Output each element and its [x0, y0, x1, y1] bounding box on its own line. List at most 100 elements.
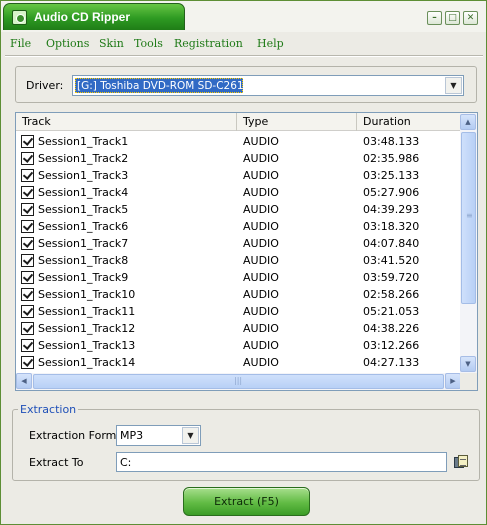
table-row[interactable]: Session1_Track8 AUDIO 03:41.520	[16, 252, 461, 269]
column-header-duration[interactable]: Duration	[357, 113, 461, 131]
track-duration: 05:27.906	[363, 186, 420, 199]
table-row[interactable]: Session1_Track5 AUDIO 04:39.293	[16, 201, 461, 218]
scroll-up-button[interactable]: ▲	[460, 114, 476, 130]
track-duration: 05:21.053	[363, 305, 420, 318]
extract-to-field[interactable]: C:	[116, 452, 447, 472]
track-checkbox[interactable]	[21, 288, 34, 301]
table-row[interactable]: Session1_Track1 AUDIO 03:48.133	[16, 133, 461, 150]
track-checkbox[interactable]	[21, 339, 34, 352]
extraction-format-select[interactable]: MP3 ▼	[116, 425, 201, 446]
track-type: AUDIO	[243, 322, 279, 335]
track-list[interactable]: Track Type Duration Session1_Track1 AUDIO…	[15, 112, 478, 391]
track-checkbox[interactable]	[21, 152, 34, 165]
track-name: Session1_Track6	[38, 220, 129, 233]
table-row[interactable]: Session1_Track14 AUDIO 04:27.133	[16, 354, 461, 371]
track-name: Session1_Track2	[38, 152, 129, 165]
chevron-down-icon[interactable]: ▼	[182, 427, 199, 444]
menu-skin[interactable]: Skin	[99, 37, 124, 50]
table-row[interactable]: Session1_Track10 AUDIO 02:58.266	[16, 286, 461, 303]
track-type: AUDIO	[243, 169, 279, 182]
scroll-down-button[interactable]: ▼	[460, 356, 476, 372]
track-checkbox[interactable]	[21, 135, 34, 148]
extraction-group-title: Extraction	[18, 403, 79, 416]
track-duration: 03:59.720	[363, 271, 420, 284]
app-icon	[12, 10, 27, 25]
browse-folder-icon[interactable]	[453, 454, 469, 470]
scroll-left-button[interactable]: ◀	[16, 373, 32, 389]
driver-selected-value: [G:] Toshiba DVD-ROM SD-C2612	[75, 78, 251, 93]
title-bar: Audio CD Ripper – □ ✕	[1, 1, 486, 32]
close-button[interactable]: ✕	[463, 11, 478, 25]
track-name: Session1_Track1	[38, 135, 129, 148]
window-title: Audio CD Ripper	[34, 10, 130, 24]
column-header-type[interactable]: Type	[237, 113, 357, 131]
title-tab: Audio CD Ripper	[3, 3, 185, 30]
track-checkbox[interactable]	[21, 305, 34, 318]
track-checkbox[interactable]	[21, 356, 34, 369]
track-type: AUDIO	[243, 254, 279, 267]
table-row[interactable]: Session1_Track13 AUDIO 03:12.266	[16, 337, 461, 354]
track-duration: 04:07.840	[363, 237, 420, 250]
track-duration: 04:39.293	[363, 203, 420, 216]
horizontal-scrollbar[interactable]: ◀ ||| ▶	[16, 373, 462, 390]
track-checkbox[interactable]	[21, 237, 34, 250]
track-name: Session1_Track9	[38, 271, 129, 284]
table-row[interactable]: Session1_Track7 AUDIO 04:07.840	[16, 235, 461, 252]
table-row[interactable]: Session1_Track11 AUDIO 05:21.053	[16, 303, 461, 320]
track-duration: 03:18.320	[363, 220, 420, 233]
track-name: Session1_Track13	[38, 339, 136, 352]
column-header-track[interactable]: Track	[16, 113, 237, 131]
extraction-format-label: Extraction Format	[29, 429, 128, 442]
grip-icon: ≡	[466, 211, 473, 220]
menu-file[interactable]: File	[10, 37, 31, 50]
driver-select[interactable]: [G:] Toshiba DVD-ROM SD-C2612 ▼	[72, 75, 464, 96]
menu-help[interactable]: Help	[257, 37, 284, 50]
track-checkbox[interactable]	[21, 254, 34, 267]
table-row[interactable]: Session1_Track9 AUDIO 03:59.720	[16, 269, 461, 286]
table-row[interactable]: Session1_Track3 AUDIO 03:25.133	[16, 167, 461, 184]
track-checkbox[interactable]	[21, 169, 34, 182]
track-name: Session1_Track7	[38, 237, 129, 250]
track-duration: 02:58.266	[363, 288, 420, 301]
table-row[interactable]: Session1_Track6 AUDIO 03:18.320	[16, 218, 461, 235]
extract-to-label: Extract To	[29, 456, 84, 469]
track-name: Session1_Track4	[38, 186, 129, 199]
vertical-scroll-thumb[interactable]: ≡	[461, 132, 476, 304]
track-name: Session1_Track14	[38, 356, 136, 369]
track-duration: 03:48.133	[363, 135, 420, 148]
track-checkbox[interactable]	[21, 186, 34, 199]
extraction-format-value: MP3	[120, 429, 144, 442]
track-checkbox[interactable]	[21, 203, 34, 216]
track-duration: 03:41.520	[363, 254, 420, 267]
track-duration: 04:27.133	[363, 356, 420, 369]
extract-button[interactable]: Extract (F5)	[183, 487, 310, 516]
table-row[interactable]: Session1_Track2 AUDIO 02:35.986	[16, 150, 461, 167]
track-type: AUDIO	[243, 305, 279, 318]
track-duration: 02:35.986	[363, 152, 420, 165]
track-name: Session1_Track10	[38, 288, 136, 301]
track-type: AUDIO	[243, 356, 279, 369]
scroll-right-button[interactable]: ▶	[445, 373, 461, 389]
extraction-group: Extraction Extraction Format MP3 ▼ Extra…	[12, 403, 480, 481]
chevron-down-icon[interactable]: ▼	[445, 77, 462, 94]
table-row[interactable]: Session1_Track12 AUDIO 04:38.226	[16, 320, 461, 337]
table-row[interactable]: Session1_Track4 AUDIO 05:27.906	[16, 184, 461, 201]
menu-bar: File Options Skin Tools Registration Hel…	[6, 36, 482, 52]
track-checkbox[interactable]	[21, 220, 34, 233]
vertical-scrollbar[interactable]: ▲ ≡ ▼	[460, 113, 477, 373]
track-list-header: Track Type Duration	[16, 113, 461, 131]
track-type: AUDIO	[243, 339, 279, 352]
menu-separator	[5, 55, 483, 57]
track-duration: 04:38.226	[363, 322, 420, 335]
maximize-button[interactable]: □	[445, 11, 460, 25]
track-checkbox[interactable]	[21, 271, 34, 284]
track-type: AUDIO	[243, 135, 279, 148]
track-name: Session1_Track12	[38, 322, 136, 335]
menu-registration[interactable]: Registration	[174, 37, 243, 50]
track-checkbox[interactable]	[21, 322, 34, 335]
horizontal-scroll-thumb[interactable]: |||	[33, 374, 444, 389]
minimize-button[interactable]: –	[427, 11, 442, 25]
menu-tools[interactable]: Tools	[134, 37, 163, 50]
track-name: Session1_Track8	[38, 254, 129, 267]
menu-options[interactable]: Options	[46, 37, 89, 50]
